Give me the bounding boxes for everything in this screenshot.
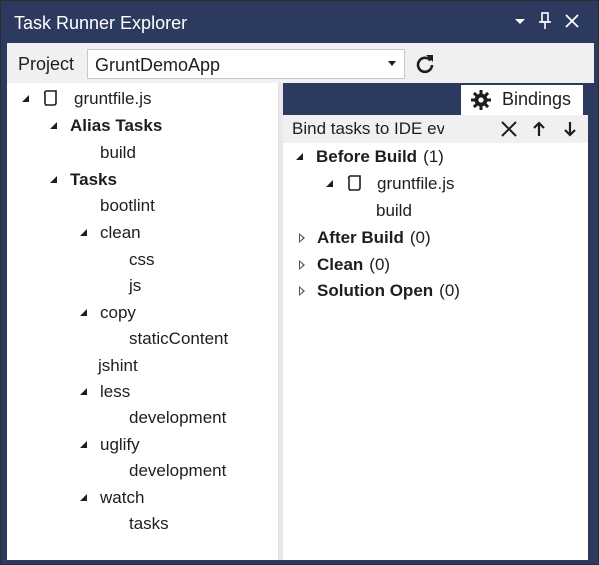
tree-item-label: copy	[100, 303, 136, 322]
tree-item-label: watch	[100, 488, 145, 507]
tab-strip: Bindings	[283, 83, 588, 115]
tree-item-watch[interactable]: watch	[75, 486, 235, 510]
tree-item-label: clean	[100, 223, 141, 242]
tree-item-watch-tasks[interactable]: tasks	[129, 512, 169, 536]
tree-item-less-development[interactable]: development	[129, 406, 226, 430]
binding-label: Before Build	[316, 147, 418, 166]
chevron-down-icon	[388, 61, 396, 66]
binding-label: Clean	[317, 255, 364, 274]
binding-task-label: build	[376, 201, 412, 220]
binding-clean[interactable]: Clean (0)	[297, 253, 557, 277]
project-select[interactable]: GruntDemoApp	[87, 49, 405, 79]
gear-icon	[470, 89, 492, 111]
tree-item-label: js	[129, 276, 142, 295]
window-title: Task Runner Explorer	[14, 13, 188, 33]
window-bottom-border	[7, 560, 594, 564]
tree-item-less[interactable]: less	[75, 380, 235, 404]
binding-count: (0)	[409, 228, 431, 247]
tree-item-js[interactable]: js	[129, 274, 141, 298]
expand-icon[interactable]	[299, 260, 305, 270]
remove-icon[interactable]	[498, 118, 520, 140]
grunt-file-icon	[41, 89, 61, 109]
binding-before-build[interactable]: Before Build (1)	[295, 145, 555, 169]
binding-label: Solution Open	[317, 281, 434, 300]
binding-count: (0)	[439, 281, 460, 300]
binding-label: After Build	[317, 228, 404, 247]
project-toolbar: Project GruntDemoApp	[7, 43, 594, 83]
tree-item-label: gruntfile.js	[74, 89, 152, 108]
tree-item-label: tasks	[129, 514, 169, 533]
collapse-icon[interactable]	[80, 494, 87, 501]
tree-group-label: Tasks	[70, 170, 117, 189]
tree-group-label: Alias Tasks	[70, 116, 163, 135]
collapse-icon[interactable]	[50, 176, 57, 183]
tree-item-label: jshint	[98, 356, 138, 375]
binding-count: (0)	[369, 255, 391, 274]
collapse-icon[interactable]	[80, 441, 87, 448]
title-bar: Task Runner Explorer	[1, 1, 598, 43]
expand-icon[interactable]	[299, 233, 305, 243]
collapse-icon[interactable]	[80, 229, 87, 236]
tree-item-gruntfile[interactable]: gruntfile.js	[15, 87, 215, 111]
tree-item-build[interactable]: build	[100, 141, 136, 165]
tree-item-label: css	[129, 250, 155, 269]
expand-icon[interactable]	[299, 286, 305, 296]
collapse-icon[interactable]	[80, 309, 87, 316]
tree-item-label: less	[100, 382, 131, 401]
tree-item-label: development	[129, 461, 227, 480]
task-tree: gruntfile.js Alias Tasks build Tasks boo…	[7, 83, 279, 560]
move-up-icon[interactable]	[528, 118, 550, 140]
tree-item-uglify[interactable]: uglify	[75, 433, 235, 457]
move-down-icon[interactable]	[559, 118, 581, 140]
binding-after-build[interactable]: After Build (0)	[297, 226, 557, 250]
grunt-file-icon	[345, 174, 365, 194]
tree-item-css[interactable]: css	[129, 248, 155, 272]
tree-item-label: uglify	[100, 435, 140, 454]
dropdown-arrow-icon[interactable]	[509, 10, 531, 32]
project-label: Project	[18, 54, 75, 74]
tree-group-alias-tasks[interactable]: Alias Tasks	[45, 114, 245, 138]
tree-item-bootlint[interactable]: bootlint	[100, 194, 155, 218]
binding-count: (1)	[423, 147, 444, 166]
project-select-value: GruntDemoApp	[95, 55, 221, 75]
binding-file-label: gruntfile.js	[377, 174, 455, 193]
tree-item-uglify-development[interactable]: development	[129, 459, 226, 483]
tab-bindings-label: Bindings	[502, 89, 572, 109]
collapse-icon[interactable]	[326, 180, 333, 187]
tree-group-tasks[interactable]: Tasks	[45, 168, 245, 192]
bindings-panel: Bindings Bind tasks to IDE events Before…	[283, 83, 588, 560]
tree-item-label: build	[100, 143, 136, 162]
tab-bindings[interactable]: Bindings	[461, 85, 583, 115]
tree-item-label: staticContent	[129, 329, 229, 348]
tree-item-jshint[interactable]: jshint	[98, 354, 138, 378]
binding-task-build[interactable]: build	[376, 199, 412, 223]
pin-icon[interactable]	[534, 10, 556, 32]
tree-item-label: bootlint	[100, 196, 155, 215]
binding-file-gruntfile[interactable]: gruntfile.js	[325, 172, 545, 196]
collapse-icon[interactable]	[22, 95, 29, 102]
tree-item-clean[interactable]: clean	[75, 221, 235, 245]
collapse-icon[interactable]	[50, 122, 57, 129]
collapse-icon[interactable]	[296, 153, 303, 160]
tree-item-copy[interactable]: copy	[75, 301, 235, 325]
refresh-icon[interactable]	[411, 50, 439, 78]
collapse-icon[interactable]	[80, 388, 87, 395]
tree-item-staticcontent[interactable]: staticContent	[129, 327, 228, 351]
close-icon[interactable]	[561, 10, 583, 32]
task-runner-explorer-window: Task Runner Explorer Project GruntDemoAp…	[0, 0, 599, 565]
bindings-toolbar-text: Bind tasks to IDE events	[292, 119, 444, 138]
binding-solution-open[interactable]: Solution Open (0)	[297, 279, 577, 303]
bindings-toolbar: Bind tasks to IDE events	[283, 115, 588, 143]
tree-item-label: development	[129, 408, 227, 427]
